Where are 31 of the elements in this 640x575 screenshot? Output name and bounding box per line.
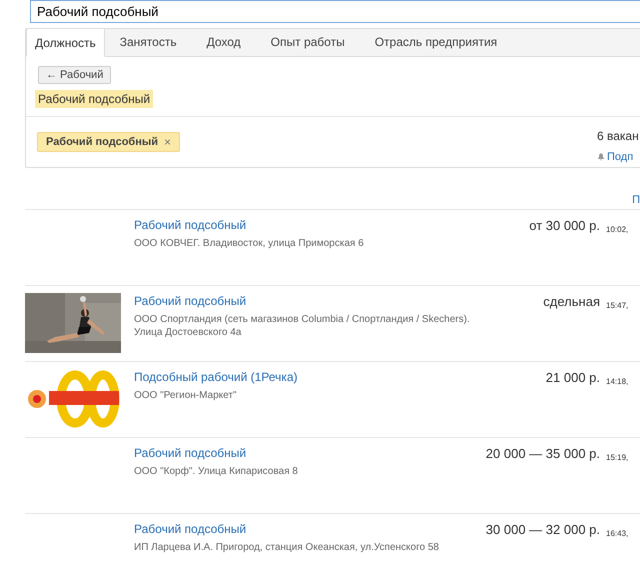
- salary-text: 21 000 р.: [546, 369, 600, 387]
- salary-text: 20 000 — 35 000 р.: [486, 445, 600, 463]
- employer-text: ООО "Корф". Улица Кипарисовая 8: [134, 465, 299, 478]
- tab[interactable]: Отрасль предприятия: [360, 28, 512, 56]
- bell-icon: [597, 153, 605, 162]
- time-text: 10:02,: [606, 225, 628, 234]
- vacancy-title[interactable]: Подсобный рабочий (1Речка): [134, 368, 489, 386]
- sort-link[interactable]: П: [632, 192, 640, 209]
- salary-text: 30 000 — 32 000 р.: [486, 521, 600, 539]
- salary-text: сдельная: [543, 293, 600, 311]
- vacancy-title[interactable]: Рабочий подсобный: [134, 216, 489, 234]
- chip-label: Рабочий подсобный: [46, 134, 158, 150]
- employer-text: ООО "Регион-Маркет": [134, 389, 238, 402]
- time-text: 14:18,: [606, 377, 628, 386]
- back-button[interactable]: ← Рабочий: [38, 66, 112, 84]
- tab[interactable]: Доход: [192, 28, 256, 56]
- employer-text: ООО КОВЧЕГ. Владивосток, улица Приморская 6: [134, 237, 365, 250]
- time-text: 15:47,: [606, 301, 628, 310]
- subscribe-link[interactable]: Подп: [607, 149, 634, 166]
- employer-text: ИП Ларцева И.А. Пригород, станция Океанская, ул.Успенского 58: [134, 541, 440, 554]
- vacancy-title[interactable]: Рабочий подсобный: [134, 292, 489, 310]
- salary-text: от 30 000 р.: [529, 217, 600, 235]
- tab[interactable]: Должность: [26, 28, 105, 57]
- employer-text: ООО Спортландия (сеть магазинов Columbia / Спортландия / Skechers). Улица Достоевского 4а: [134, 313, 471, 339]
- time-text: 15:19,: [606, 453, 628, 462]
- remove-button[interactable]: ×: [164, 136, 172, 148]
- time-text: 16:43,: [606, 529, 628, 538]
- tab[interactable]: Занятость: [104, 28, 192, 56]
- highlighted-term: Рабочий подсобный: [35, 90, 154, 108]
- results-count: 6 вакан: [597, 128, 640, 145]
- tab[interactable]: Опыт работы: [256, 28, 360, 56]
